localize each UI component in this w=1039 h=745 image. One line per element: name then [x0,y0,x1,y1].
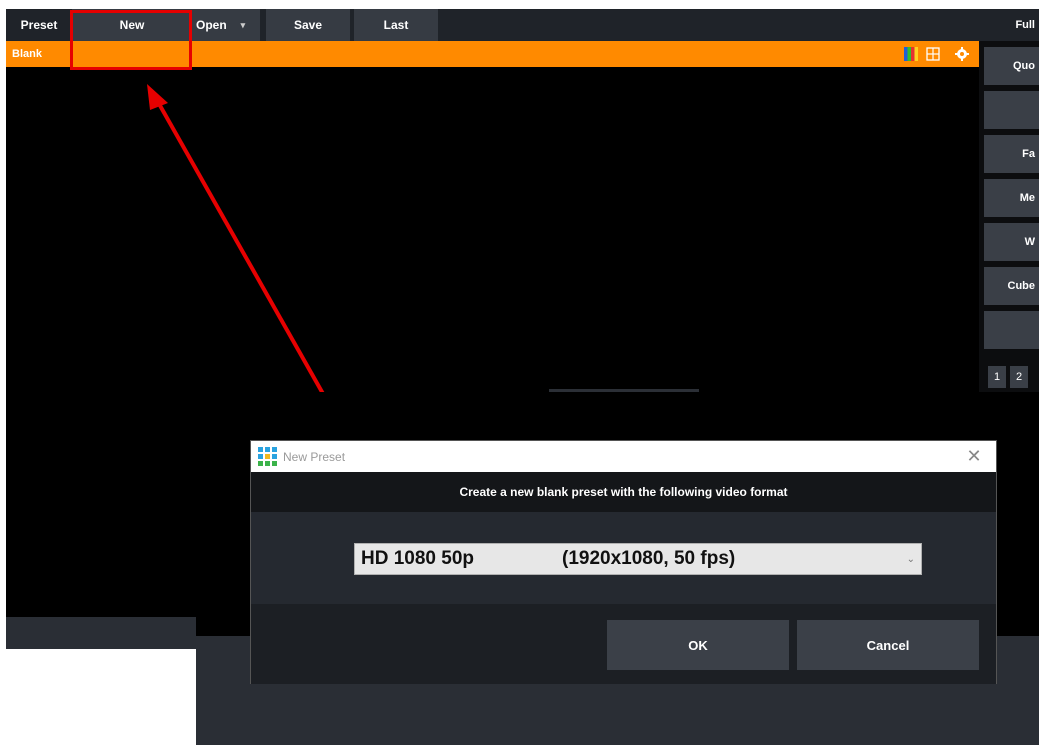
right-button-panel: Full Quo Fa Me W Cube 1 2 [979,9,1039,399]
chevron-down-icon[interactable]: ⌄ [907,544,915,574]
dialog-footer: OK Cancel [251,604,996,684]
quick-play-button[interactable]: Quo [984,47,1039,85]
new-button-highlight [70,10,192,70]
format-details: (1920x1080, 50 fps) [562,548,736,569]
dialog-title: New Preset [283,449,346,464]
fullscreen-button[interactable]: Full [979,9,1039,41]
gear-icon[interactable] [955,47,969,61]
new-preset-dialog: New Preset ✕ Create a new blank preset w… [250,440,997,684]
bottom-status-strip [6,617,196,649]
close-icon[interactable]: ✕ [962,444,986,468]
layout-grid-icon[interactable] [926,47,940,61]
cancel-button[interactable]: Cancel [797,620,979,670]
open-label: Open [196,18,227,32]
dialog-instruction: Create a new blank preset with the follo… [251,472,996,512]
ok-button[interactable]: OK [607,620,789,670]
video-format-select[interactable]: HD 1080 50p (1920x1080, 50 fps) ⌄ [354,543,922,575]
color-bars-icon[interactable] [904,47,918,61]
format-name: HD 1080 50p [361,548,475,569]
fade-button[interactable]: Fa [984,135,1039,173]
right-panel-button-2[interactable] [984,91,1039,129]
dialog-body: HD 1080 50p (1920x1080, 50 fps) ⌄ [251,512,996,604]
open-button[interactable]: Open ▾ [192,9,260,41]
preset-name: Blank [12,48,42,60]
last-button[interactable]: Last [354,9,438,41]
page-2-button[interactable]: 2 [1010,366,1028,388]
wipe-button[interactable]: W [984,223,1039,261]
save-button[interactable]: Save [266,9,350,41]
merge-button[interactable]: Me [984,179,1039,217]
open-dropdown-icon[interactable]: ▾ [241,20,246,31]
preset-label: Preset [20,18,58,32]
cube-button[interactable]: Cube [984,267,1039,305]
right-panel-button-7[interactable] [984,311,1039,349]
app-logo-icon [258,447,277,466]
dialog-title-bar: New Preset ✕ [251,441,996,472]
page-1-button[interactable]: 1 [988,366,1006,388]
